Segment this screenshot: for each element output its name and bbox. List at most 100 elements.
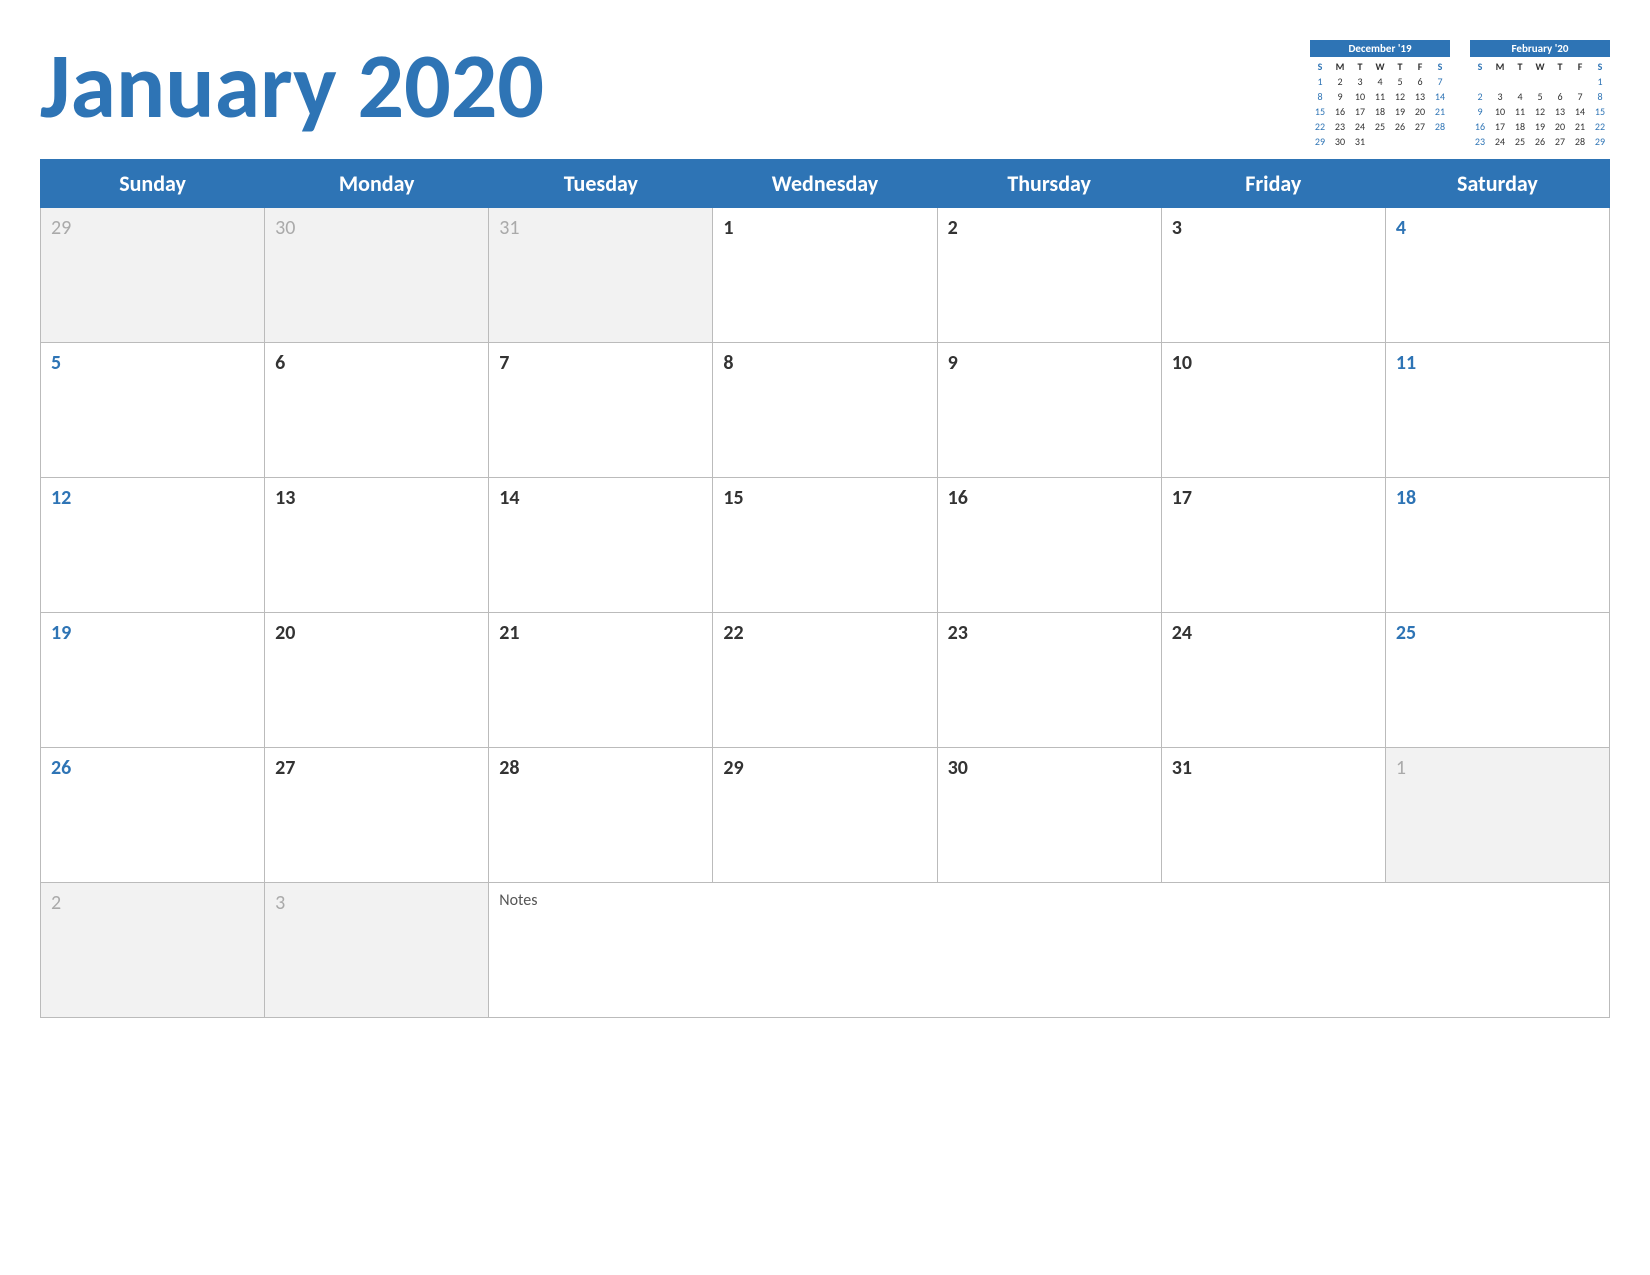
cell-jan-31: 31 xyxy=(1161,748,1385,883)
dec-d4: 4 xyxy=(1370,74,1390,89)
mini-cal-december-title: December '19 xyxy=(1310,40,1450,57)
feb-d2: 2 xyxy=(1470,89,1490,104)
cell-feb-3: 3 xyxy=(265,883,489,1018)
dec-d22: 22 xyxy=(1310,119,1330,134)
feb-d7: 7 xyxy=(1570,89,1590,104)
dow-tue: T xyxy=(1350,59,1370,74)
cell-jan-24: 24 xyxy=(1161,613,1385,748)
feb-d10: 10 xyxy=(1490,104,1510,119)
col-thursday: Thursday xyxy=(937,160,1161,208)
mini-cal-december: December '19 S M T W T F S 1 2 3 4 5 6 7… xyxy=(1310,40,1450,149)
dow-thu: T xyxy=(1390,59,1410,74)
dec-d12: 12 xyxy=(1390,89,1410,104)
feb-d8: 8 xyxy=(1590,89,1610,104)
feb-d22: 22 xyxy=(1590,119,1610,134)
dec-d18: 18 xyxy=(1370,104,1390,119)
feb-d27: 27 xyxy=(1550,134,1570,149)
cell-jan-25: 25 xyxy=(1385,613,1609,748)
feb-e3 xyxy=(1510,74,1530,89)
dec-d29: 29 xyxy=(1310,134,1330,149)
feb-dow-fri: F xyxy=(1570,59,1590,74)
dec-d3: 3 xyxy=(1350,74,1370,89)
calendar-body: 29 30 31 1 2 3 4 5 xyxy=(41,208,1610,1018)
feb-dow-sun: S xyxy=(1470,59,1490,74)
col-wednesday: Wednesday xyxy=(713,160,937,208)
mini-cal-february: February '20 S M T W T F S 1 2 3 4 5 xyxy=(1470,40,1610,149)
col-friday: Friday xyxy=(1161,160,1385,208)
cell-jan-14: 14 xyxy=(489,478,713,613)
dec-d6: 6 xyxy=(1410,74,1430,89)
feb-d14: 14 xyxy=(1570,104,1590,119)
feb-d11: 11 xyxy=(1510,104,1530,119)
notes-cell: Notes xyxy=(489,883,1610,1018)
dow-sat: S xyxy=(1430,59,1450,74)
cell-jan-20: 20 xyxy=(265,613,489,748)
feb-d15: 15 xyxy=(1590,104,1610,119)
cell-jan-28: 28 xyxy=(489,748,713,883)
cell-jan-23: 23 xyxy=(937,613,1161,748)
dec-empty3 xyxy=(1410,134,1430,149)
feb-d29: 29 xyxy=(1590,134,1610,149)
dec-d7: 7 xyxy=(1430,74,1450,89)
dec-d20: 20 xyxy=(1410,104,1430,119)
week-row-2: 5 6 7 8 9 10 11 xyxy=(41,343,1610,478)
feb-e5 xyxy=(1550,74,1570,89)
cell-jan-29: 29 xyxy=(713,748,937,883)
col-monday: Monday xyxy=(265,160,489,208)
dec-d23: 23 xyxy=(1330,119,1350,134)
mini-cal-december-grid: S M T W T F S 1 2 3 4 5 6 7 8 9 10 11 12… xyxy=(1310,59,1450,149)
feb-dow-sat: S xyxy=(1590,59,1610,74)
feb-d3: 3 xyxy=(1490,89,1510,104)
feb-dow-thu: T xyxy=(1550,59,1570,74)
calendar-header-row: Sunday Monday Tuesday Wednesday Thursday… xyxy=(41,160,1610,208)
col-tuesday: Tuesday xyxy=(489,160,713,208)
cell-jan-5: 5 xyxy=(41,343,265,478)
dec-d31: 31 xyxy=(1350,134,1370,149)
cell-dec-31: 31 xyxy=(489,208,713,343)
dec-empty4 xyxy=(1430,134,1450,149)
week-row-last: 2 3 Notes xyxy=(41,883,1610,1018)
week-row-5: 26 27 28 29 30 31 1 xyxy=(41,748,1610,883)
cell-jan-10: 10 xyxy=(1161,343,1385,478)
dec-d19: 19 xyxy=(1390,104,1410,119)
feb-e6 xyxy=(1570,74,1590,89)
feb-d17: 17 xyxy=(1490,119,1510,134)
feb-e1 xyxy=(1470,74,1490,89)
dec-d5: 5 xyxy=(1390,74,1410,89)
dec-d24: 24 xyxy=(1350,119,1370,134)
cell-jan-27: 27 xyxy=(265,748,489,883)
dec-d8: 8 xyxy=(1310,89,1330,104)
cell-jan-1: 1 xyxy=(713,208,937,343)
feb-d4: 4 xyxy=(1510,89,1530,104)
feb-e2 xyxy=(1490,74,1510,89)
dow-mon: M xyxy=(1330,59,1350,74)
dec-d10: 10 xyxy=(1350,89,1370,104)
feb-d28: 28 xyxy=(1570,134,1590,149)
dec-d9: 9 xyxy=(1330,89,1350,104)
feb-d12: 12 xyxy=(1530,104,1550,119)
dec-d27: 27 xyxy=(1410,119,1430,134)
dec-d21: 21 xyxy=(1430,104,1450,119)
cell-jan-13: 13 xyxy=(265,478,489,613)
cell-jan-6: 6 xyxy=(265,343,489,478)
dec-d13: 13 xyxy=(1410,89,1430,104)
dec-d16: 16 xyxy=(1330,104,1350,119)
week-row-3: 12 13 14 15 16 17 18 xyxy=(41,478,1610,613)
calendar-table: Sunday Monday Tuesday Wednesday Thursday… xyxy=(40,159,1610,1018)
feb-d16: 16 xyxy=(1470,119,1490,134)
cell-jan-18: 18 xyxy=(1385,478,1609,613)
feb-d23: 23 xyxy=(1470,134,1490,149)
cell-jan-7: 7 xyxy=(489,343,713,478)
mini-cal-february-grid: S M T W T F S 1 2 3 4 5 6 7 xyxy=(1470,59,1610,149)
feb-d13: 13 xyxy=(1550,104,1570,119)
dec-d25: 25 xyxy=(1370,119,1390,134)
dec-d15: 15 xyxy=(1310,104,1330,119)
feb-d25: 25 xyxy=(1510,134,1530,149)
dec-d14: 14 xyxy=(1430,89,1450,104)
feb-d5: 5 xyxy=(1530,89,1550,104)
feb-dow-tue: T xyxy=(1510,59,1530,74)
cell-jan-22: 22 xyxy=(713,613,937,748)
feb-d1: 1 xyxy=(1590,74,1610,89)
cell-dec-29: 29 xyxy=(41,208,265,343)
cell-jan-26: 26 xyxy=(41,748,265,883)
